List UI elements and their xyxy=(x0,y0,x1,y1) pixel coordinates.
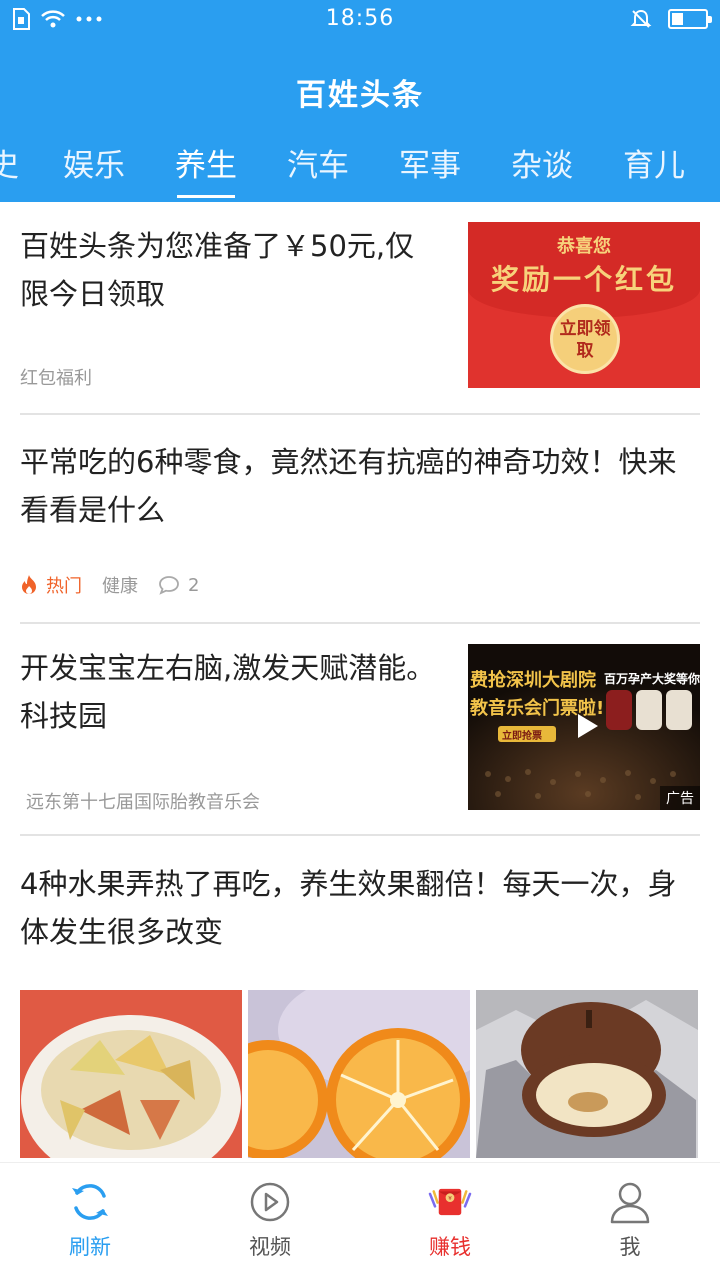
photo-row xyxy=(20,990,700,1158)
divider xyxy=(20,413,700,415)
play-icon[interactable] xyxy=(568,708,604,744)
tab-parenting[interactable]: 育儿 xyxy=(598,140,710,200)
tab-military[interactable]: 军事 xyxy=(374,140,486,200)
svg-text:¥: ¥ xyxy=(448,1196,452,1202)
nav-earn-label: 赚钱 xyxy=(429,1235,471,1259)
category-tabs: 史 娱乐 养生 汽车 军事 杂谈 育儿 xyxy=(0,140,720,200)
baked-pear-photo[interactable] xyxy=(476,990,698,1158)
divider xyxy=(20,622,700,624)
feed-item-snacks[interactable]: 平常吃的6种零食，竟然还有抗癌的神奇功效！快来看看是什么 热门 健康 2 xyxy=(20,438,700,608)
feed-item-category: 健康 xyxy=(102,576,138,597)
nav-refresh[interactable]: 刷新 xyxy=(0,1163,180,1280)
tab-history[interactable]: 史 xyxy=(0,140,38,200)
feed-item-title: 百姓头条为您准备了￥50元,仅限今日领取 xyxy=(20,229,415,311)
tab-talk[interactable]: 杂谈 xyxy=(486,140,598,200)
app-title: 百姓头条 xyxy=(296,78,424,113)
grab-ticket-button[interactable]: 立即抢票 xyxy=(502,727,542,742)
feed-item-source: 红包福利 xyxy=(20,368,92,389)
status-bar: 18:56 xyxy=(0,0,720,40)
red-envelope-thumbnail[interactable]: 恭喜您 奖励一个红包 立即领取 xyxy=(468,222,700,388)
feed-item-title: 开发宝宝左右脑,激发天赋潜能。科技园 xyxy=(20,651,436,733)
refresh-icon xyxy=(72,1184,108,1220)
nav-refresh-label: 刷新 xyxy=(69,1235,111,1259)
claim-button[interactable]: 立即领取 xyxy=(550,304,620,374)
feed-item-fruit[interactable]: 4种水果弄热了再吃，养生效果翻倍！每天一次，身体发生很多改变 xyxy=(20,860,700,1180)
concert-ad-thumbnail[interactable]: 费抢深圳大剧院 教音乐会门票啦! 立即抢票 百万孕产大奖等你 广告 xyxy=(468,644,700,810)
feed-item-source: 远东第十七届国际胎教音乐会 xyxy=(26,792,260,813)
user-icon xyxy=(610,1182,650,1224)
feed-item-title: 4种水果弄热了再吃，养生效果翻倍！每天一次，身体发生很多改变 xyxy=(20,867,677,949)
hot-label: 热门 xyxy=(46,576,82,597)
concert-headline: 费抢深圳大剧院 xyxy=(470,670,596,691)
feed-item-title: 平常吃的6种零食，竟然还有抗癌的神奇功效！快来看看是什么 xyxy=(20,445,677,527)
hot-badge: 热门 xyxy=(20,572,82,598)
concert-side-text: 百万孕产大奖等你 xyxy=(604,672,700,686)
apple-slices-photo[interactable] xyxy=(20,990,242,1158)
tab-health[interactable]: 养生 xyxy=(150,140,262,200)
status-time: 18:56 xyxy=(325,6,395,31)
red-envelope-icon: ¥ xyxy=(428,1188,472,1216)
bottom-nav: 刷新 视频 ¥ 赚钱 我 xyxy=(0,1162,720,1280)
nav-video[interactable]: 视频 xyxy=(180,1163,360,1280)
nav-video-label: 视频 xyxy=(249,1235,291,1259)
comment-count: 2 xyxy=(158,575,199,596)
ad-badge: 广告 xyxy=(660,786,700,810)
battery-icon xyxy=(668,9,712,29)
mute-icon xyxy=(630,9,652,28)
comment-icon xyxy=(159,576,179,595)
nav-me-label: 我 xyxy=(619,1235,641,1259)
nav-me[interactable]: 我 xyxy=(540,1163,720,1280)
tab-auto[interactable]: 汽车 xyxy=(262,140,374,200)
fire-icon xyxy=(22,575,36,594)
orange-halves-photo[interactable] xyxy=(248,990,470,1158)
play-icon xyxy=(250,1182,290,1222)
divider xyxy=(20,834,700,836)
envelope-greeting: 恭喜您 xyxy=(557,236,611,257)
feed-item-ad-concert[interactable]: 开发宝宝左右脑,激发天赋潜能。科技园 远东第十七届国际胎教音乐会 费抢深圳大剧院… xyxy=(20,644,700,813)
envelope-reward-text: 奖励一个红包 xyxy=(490,263,677,296)
top-bar: 18:56 百姓头条 史 娱乐 养生 汽车 军事 杂谈 育儿 xyxy=(0,0,720,202)
feed-item-ad-redpacket[interactable]: 百姓头条为您准备了￥50元,仅限今日领取 红包福利 恭喜您 奖励一个红包 立即领… xyxy=(20,222,700,390)
nav-earn[interactable]: ¥ 赚钱 xyxy=(360,1163,540,1280)
tab-entertainment[interactable]: 娱乐 xyxy=(38,140,150,200)
